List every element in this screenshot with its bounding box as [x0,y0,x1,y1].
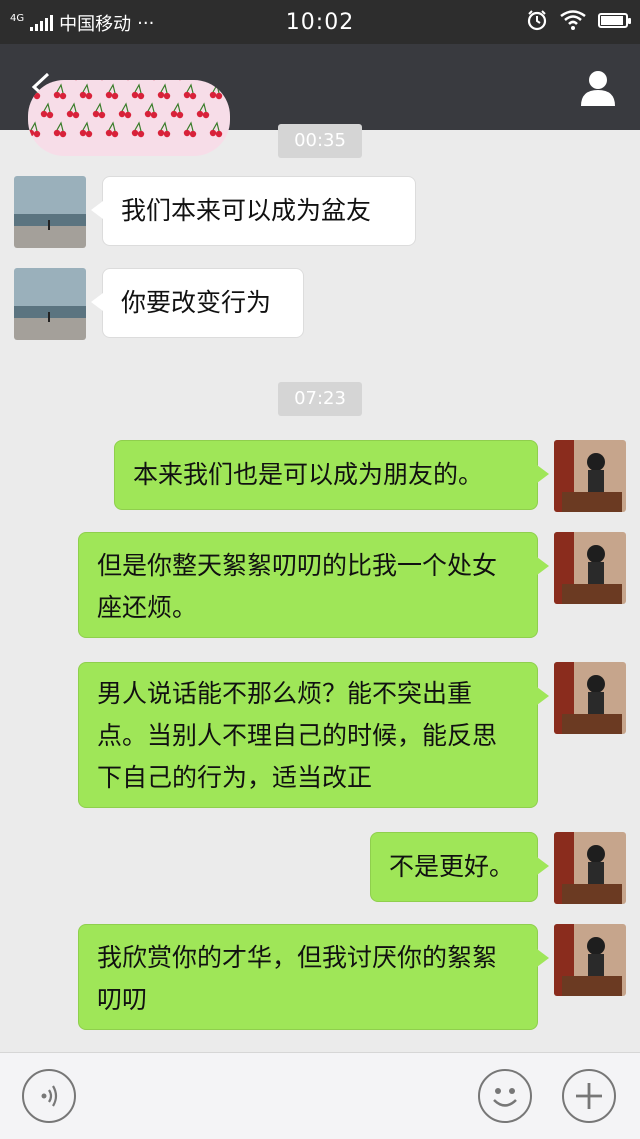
cherry-pattern-tile [197,104,209,118]
status-dots: ··· [137,13,154,34]
cherry-pattern-tile [67,104,79,118]
message-bubble-outgoing[interactable]: 本来我们也是可以成为朋友的。 [114,440,538,510]
battery-icon [598,13,628,28]
cherry-pattern-tile [158,85,170,99]
title-bar [0,44,640,130]
status-bar: 4G 中国移动 ··· 10:02 [0,0,640,44]
cherry-pattern-tile [145,104,157,118]
chat-area[interactable]: 00:35 我们本来可以成为盆友 你要改变行为 07:23 本来我们也是可以成为… [0,130,640,1052]
message-bubble-outgoing[interactable]: 但是你整天絮絮叨叨的比我一个处女座还烦。 [78,532,538,638]
timestamp: 07:23 [278,382,362,416]
my-avatar[interactable] [554,832,626,904]
my-avatar[interactable] [554,440,626,512]
person-icon[interactable] [578,68,618,108]
cherry-pattern-tile [106,85,118,99]
timestamp: 00:35 [278,124,362,158]
contact-avatar[interactable] [14,176,86,248]
emoji-button[interactable] [478,1069,532,1123]
cherry-pattern-tile [119,104,131,118]
cherry-pattern-tile [132,85,144,99]
alarm-icon [526,9,548,31]
input-bar [0,1052,640,1139]
voice-button[interactable] [22,1069,76,1123]
voice-icon [24,1071,74,1121]
more-button[interactable] [562,1069,616,1123]
message-bubble-outgoing[interactable]: 我欣赏你的才华，但我讨厌你的絮絮叨叨 [78,924,538,1030]
plus-icon [564,1071,614,1121]
cherry-pattern-tile [80,85,92,99]
cherry-pattern-tile [28,85,40,99]
cherry-pattern-tile [210,85,222,99]
message-bubble-incoming[interactable]: 你要改变行为 [102,268,304,338]
contact-avatar[interactable] [14,268,86,340]
emoji-icon [480,1071,530,1121]
wifi-icon [560,10,586,30]
my-avatar[interactable] [554,924,626,996]
signal-icon [30,15,53,31]
network-type: 4G [10,14,24,24]
cherry-pattern-tile [54,85,66,99]
message-bubble-outgoing[interactable]: 男人说话能不那么烦？能不突出重点。当别人不理自己的时候，能反思下自己的行为，适当… [78,662,538,808]
message-bubble-incoming[interactable]: 我们本来可以成为盆友 [102,176,416,246]
my-avatar[interactable] [554,662,626,734]
cherry-pattern-tile [171,104,183,118]
cherry-pattern-tile [184,85,196,99]
carrier-name: 中国移动 [59,10,131,36]
my-avatar[interactable] [554,532,626,604]
cherry-pattern-tile [93,104,105,118]
cherry-pattern-tile [41,104,53,118]
message-bubble-outgoing[interactable]: 不是更好。 [370,832,538,902]
